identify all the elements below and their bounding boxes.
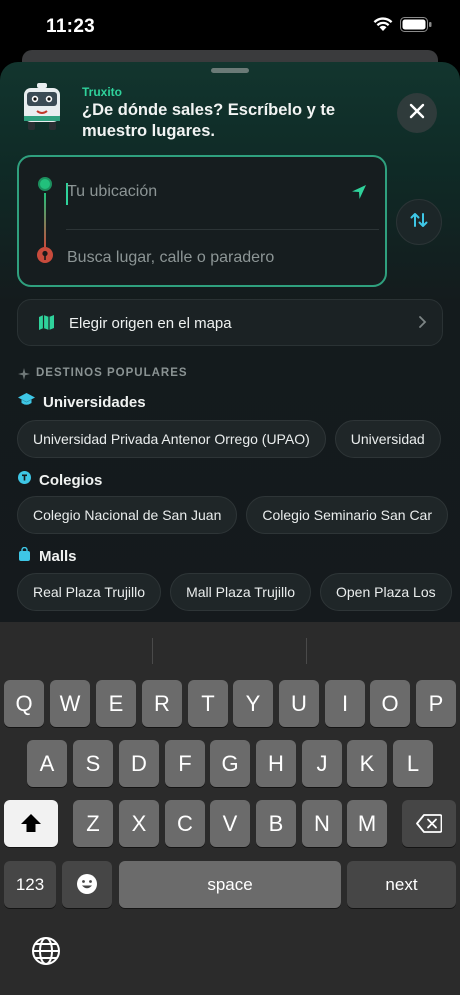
school-icon [18, 471, 31, 489]
suggestion-divider [152, 638, 153, 664]
globe-icon[interactable] [31, 936, 61, 971]
key-u[interactable]: U [279, 680, 319, 727]
key-r[interactable]: R [142, 680, 182, 727]
status-bar: 11:23 [0, 0, 460, 52]
chips-universidades: Universidad Privada Antenor Orrego (UPAO… [17, 420, 441, 458]
route-input-card: Tu ubicación Busca lugar, calle o parade… [17, 155, 387, 287]
destination-chip[interactable]: Real Plaza Trujillo [17, 573, 162, 611]
chevron-right-icon [418, 315, 427, 334]
key-g[interactable]: G [210, 740, 250, 787]
popular-destinations-title: DESTINOS POPULARES [36, 367, 188, 379]
key-o[interactable]: O [370, 680, 410, 727]
key-e[interactable]: E [96, 680, 136, 727]
category-label: Colegios [39, 471, 103, 489]
status-time: 11:23 [46, 16, 96, 37]
destination-input[interactable]: Busca lugar, calle o paradero [67, 249, 274, 267]
destination-chip[interactable]: Open Plaza Los [320, 573, 452, 611]
category-label: Universidades [43, 394, 146, 411]
key-k[interactable]: K [347, 740, 387, 787]
key-t[interactable]: T [188, 680, 228, 727]
destination-chip[interactable]: Colegio Nacional de San Juan [17, 496, 238, 534]
emoji-key[interactable] [62, 861, 112, 908]
category-colegios: Colegios [18, 471, 102, 489]
input-divider [66, 229, 379, 230]
origin-input[interactable]: Tu ubicación [67, 183, 157, 201]
key-v[interactable]: V [210, 800, 250, 847]
backspace-key[interactable] [402, 800, 456, 847]
assistant-prompt: ¿De dónde sales? Escríbelo y te muestro … [82, 101, 336, 140]
key-n[interactable]: N [302, 800, 342, 847]
chips-colegios: Colegio Nacional de San Juan Colegio Sem… [17, 496, 448, 534]
key-a[interactable]: A [27, 740, 67, 787]
space-key[interactable]: space [119, 861, 341, 908]
origin-dot-icon [38, 177, 52, 191]
key-y[interactable]: Y [233, 680, 273, 727]
route-connector [44, 193, 46, 247]
suggestion-divider [306, 638, 307, 664]
graduation-cap-icon [18, 393, 35, 412]
key-p[interactable]: P [416, 680, 456, 727]
origin-search-sheet: Truxito ¿De dónde sales? Escríbelo y te … [0, 62, 460, 662]
sparkle-icon [18, 367, 30, 385]
key-i[interactable]: I [325, 680, 365, 727]
key-j[interactable]: J [302, 740, 342, 787]
close-icon [409, 103, 425, 124]
key-h[interactable]: H [256, 740, 296, 787]
key-w[interactable]: W [50, 680, 90, 727]
destination-chip[interactable]: Colegio Seminario San Car [246, 496, 448, 534]
map-icon [38, 314, 55, 336]
close-button[interactable] [397, 93, 437, 133]
category-label: Malls [39, 548, 77, 565]
key-f[interactable]: F [165, 740, 205, 787]
destination-chip[interactable]: Universidad [334, 420, 441, 458]
current-location-icon[interactable] [351, 184, 367, 205]
key-x[interactable]: X [119, 800, 159, 847]
backspace-icon [416, 813, 443, 838]
category-malls: Malls [18, 546, 77, 566]
choose-origin-on-map-button[interactable]: Elegir origen en el mapa [17, 299, 443, 346]
category-universidades: Universidades [18, 393, 146, 412]
next-key[interactable]: next [347, 861, 456, 908]
destination-pin-icon [36, 246, 54, 269]
sheet-grabber[interactable] [211, 68, 249, 73]
swap-icon [409, 210, 429, 235]
destination-chip[interactable]: Universidad Privada Antenor Orrego (UPAO… [17, 420, 326, 458]
mascot-bus-icon [20, 82, 64, 132]
key-s[interactable]: S [73, 740, 113, 787]
key-q[interactable]: Q [4, 680, 44, 727]
shift-icon [20, 813, 42, 838]
wifi-icon [372, 16, 394, 37]
key-c[interactable]: C [165, 800, 205, 847]
numbers-key[interactable]: 123 [4, 861, 56, 908]
emoji-icon [76, 874, 98, 900]
key-d[interactable]: D [119, 740, 159, 787]
key-m[interactable]: M [347, 800, 387, 847]
choose-origin-label: Elegir origen en el mapa [69, 315, 232, 332]
system-keyboard: Q W E R T Y U I O P A S D F G H J K L Z … [0, 622, 460, 995]
shift-key[interactable] [4, 800, 58, 847]
swap-route-button[interactable] [396, 199, 442, 245]
key-z[interactable]: Z [73, 800, 113, 847]
brand-name: Truxito [82, 85, 123, 99]
key-l[interactable]: L [393, 740, 433, 787]
battery-icon [400, 17, 432, 37]
key-b[interactable]: B [256, 800, 296, 847]
shopping-bag-icon [18, 546, 31, 566]
chips-malls: Real Plaza Trujillo Mall Plaza Trujillo … [17, 573, 452, 611]
destination-chip[interactable]: Mall Plaza Trujillo [170, 573, 311, 611]
